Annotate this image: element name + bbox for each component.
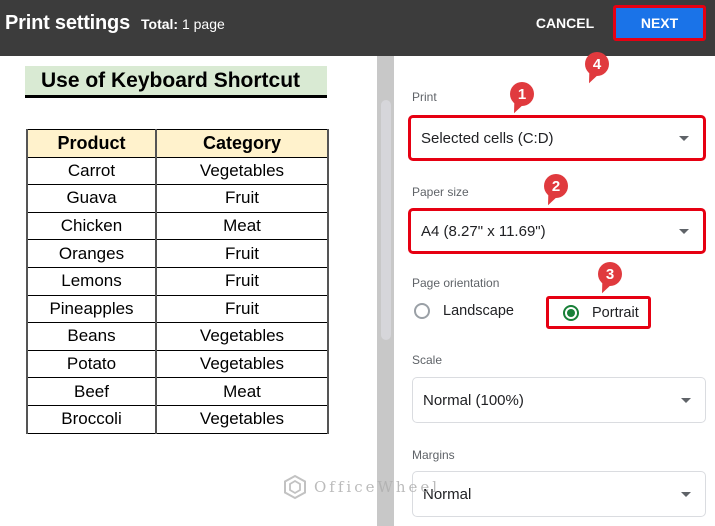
table-row: Beef Meat: [26, 377, 329, 406]
portrait-label: Portrait: [592, 304, 639, 321]
next-button[interactable]: NEXT: [613, 5, 706, 41]
annotation-badge-3: 3: [598, 262, 622, 286]
product-cell: Broccoli: [26, 404, 157, 434]
print-settings-header: Print settings Total: 1 page CANCEL NEXT: [0, 0, 715, 56]
table-row: Chicken Meat: [26, 211, 329, 241]
column-header-category: Category: [155, 129, 329, 158]
annotation-badge-4: 4: [585, 52, 609, 76]
dropdown-caret-icon: [681, 398, 691, 403]
product-cell: Oranges: [26, 239, 157, 268]
table-row: Guava Fruit: [26, 184, 329, 213]
sheet-title: Use of Keyboard Shortcut: [25, 66, 327, 98]
product-cell: Lemons: [26, 266, 157, 296]
dropdown-caret-icon: [679, 229, 689, 234]
table-row: Pineapples Fruit: [26, 294, 329, 324]
paper-size-value: A4 (8.27" x 11.69"): [421, 222, 546, 240]
table-row: Lemons Fruit: [26, 266, 329, 296]
category-cell: Vegetables: [155, 322, 329, 351]
paper-size-select[interactable]: A4 (8.27" x 11.69"): [408, 208, 706, 254]
total-value: 1 page: [181, 16, 225, 32]
preview-table: Product Category Carrot Vegetables Guava F…: [26, 129, 329, 434]
watermark-text: OfficeWheel: [314, 478, 441, 496]
total-label: Total:: [141, 16, 179, 32]
scale-label: Scale: [412, 353, 443, 367]
product-cell: Pineapples: [26, 294, 157, 324]
watermark: OfficeWheel: [282, 467, 440, 507]
table-row: Potato Vegetables: [26, 349, 329, 379]
dropdown-caret-icon: [679, 136, 689, 141]
category-cell: Fruit: [155, 266, 329, 296]
radio-unselected-icon[interactable]: [414, 303, 430, 319]
product-cell: Carrot: [26, 156, 157, 186]
category-cell: Fruit: [155, 294, 329, 324]
print-label: Print: [412, 90, 437, 104]
page-orientation-label: Page orientation: [412, 276, 500, 290]
category-cell: Vegetables: [155, 349, 329, 379]
category-cell: Vegetables: [155, 156, 329, 186]
preview-scrollbar-thumb[interactable]: [381, 100, 391, 340]
table-row: Beans Vegetables: [26, 322, 329, 351]
category-cell: Meat: [155, 211, 329, 241]
table-row: Oranges Fruit: [26, 239, 329, 268]
table-row: Broccoli Vegetables: [26, 404, 329, 434]
officewheel-logo-icon: [284, 474, 306, 500]
orientation-landscape-option[interactable]: Landscape: [414, 303, 514, 319]
category-cell: Vegetables: [155, 404, 329, 434]
page-title: Print settings: [5, 12, 130, 34]
total-pages: Total: 1 page: [141, 16, 225, 32]
annotation-badge-1: 1: [510, 82, 534, 106]
product-cell: Potato: [26, 349, 157, 379]
print-range-select[interactable]: Selected cells (C:D): [408, 115, 706, 161]
margins-select[interactable]: Normal: [412, 471, 706, 517]
category-cell: Fruit: [155, 184, 329, 213]
cancel-button[interactable]: CANCEL: [528, 8, 602, 38]
column-header-product: Product: [26, 129, 157, 158]
margins-label: Margins: [412, 448, 455, 462]
annotation-badge-2: 2: [544, 174, 568, 198]
table-header-row: Product Category: [26, 129, 329, 158]
scale-value: Normal (100%): [423, 391, 524, 409]
radio-selected-icon[interactable]: [563, 304, 579, 321]
product-cell: Beef: [26, 377, 157, 406]
dropdown-caret-icon: [681, 492, 691, 497]
paper-size-label: Paper size: [412, 185, 469, 199]
product-cell: Chicken: [26, 211, 157, 241]
print-range-value: Selected cells (C:D): [421, 129, 554, 147]
landscape-label: Landscape: [443, 303, 514, 319]
scale-select[interactable]: Normal (100%): [412, 377, 706, 423]
table-row: Carrot Vegetables: [26, 156, 329, 186]
product-cell: Beans: [26, 322, 157, 351]
category-cell: Meat: [155, 377, 329, 406]
orientation-portrait-option[interactable]: Portrait: [546, 296, 651, 329]
category-cell: Fruit: [155, 239, 329, 268]
product-cell: Guava: [26, 184, 157, 213]
